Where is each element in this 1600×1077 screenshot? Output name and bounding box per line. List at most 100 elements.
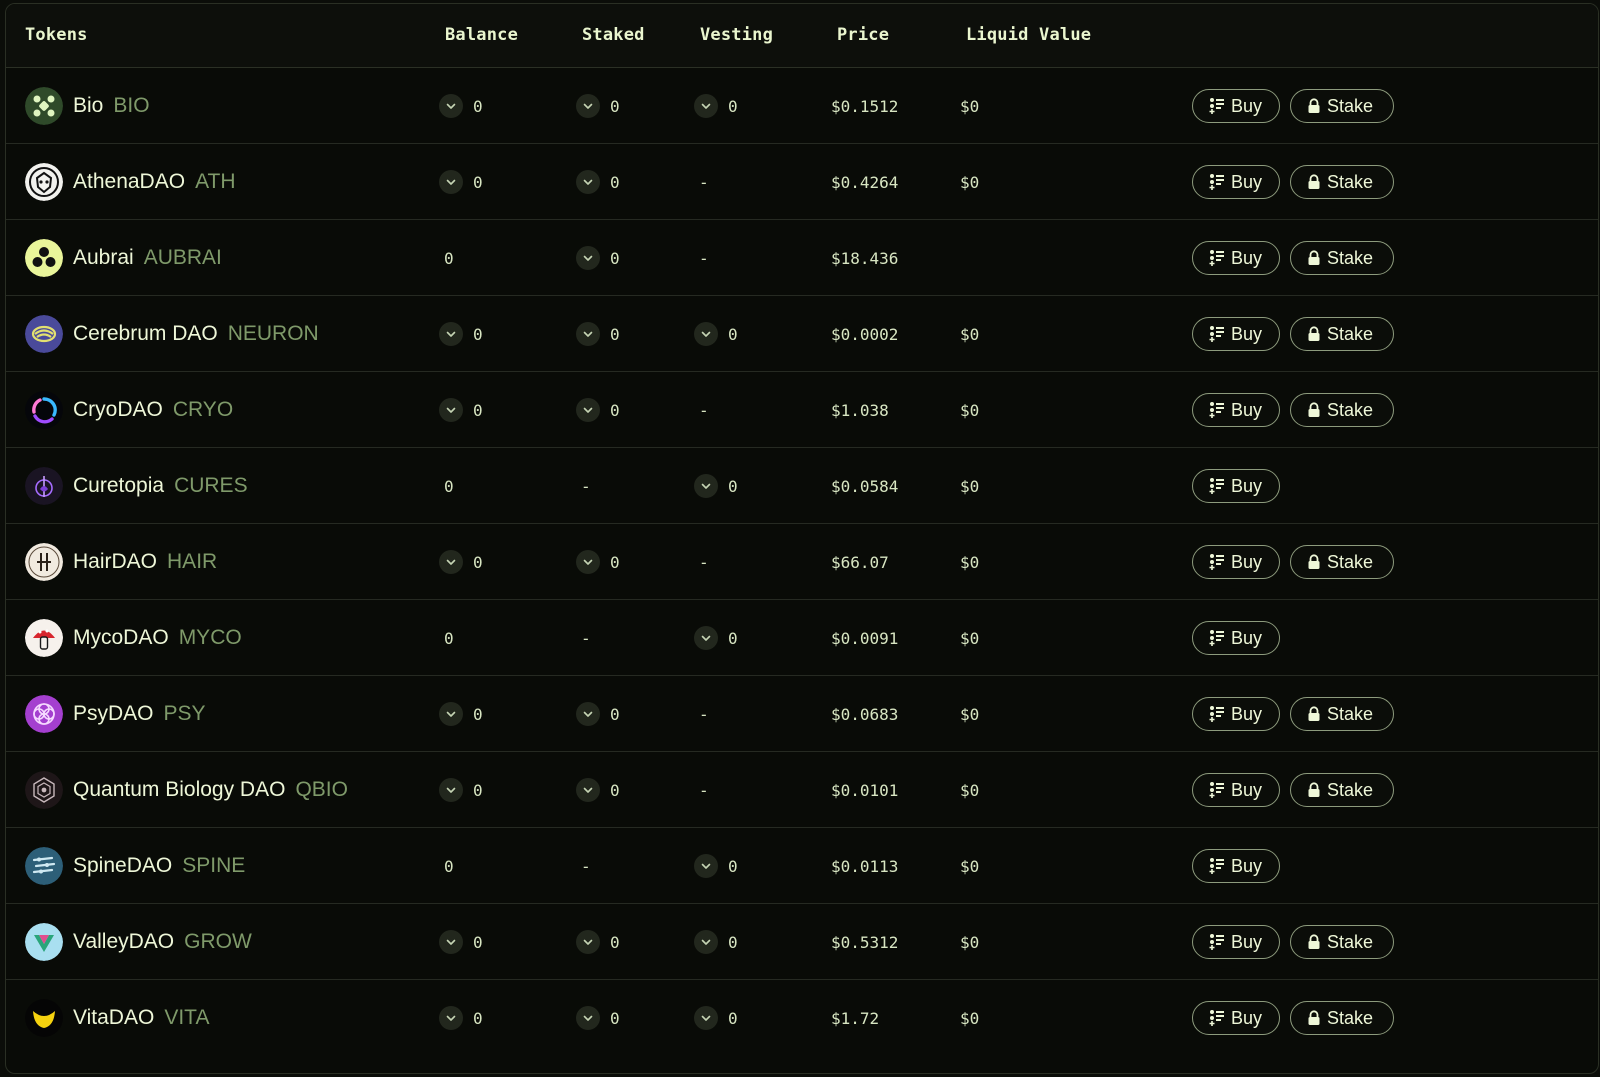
chevron-down-icon[interactable] xyxy=(576,398,600,422)
vesting-cell: 0 xyxy=(694,828,738,904)
chevron-down-icon[interactable] xyxy=(576,322,600,346)
balance-cell: 0 xyxy=(439,752,483,828)
staked-value: 0 xyxy=(610,248,620,268)
buy-button[interactable]: Buy xyxy=(1192,773,1280,807)
buy-button[interactable]: Buy xyxy=(1192,89,1280,123)
chevron-down-icon[interactable] xyxy=(439,930,463,954)
token-symbol: QBIO xyxy=(295,778,348,801)
lock-icon xyxy=(1307,554,1321,570)
staked-cell: - xyxy=(581,600,591,676)
price-cell: $0.1512 xyxy=(831,68,898,144)
vita-logo-icon xyxy=(25,999,63,1037)
buy-button[interactable]: Buy xyxy=(1192,317,1280,351)
staked-cell: 0 xyxy=(576,676,620,752)
chevron-down-icon[interactable] xyxy=(694,474,718,498)
chevron-down-icon[interactable] xyxy=(576,246,600,270)
token-name: CryoDAO xyxy=(73,398,163,421)
chevron-down-icon[interactable] xyxy=(439,398,463,422)
curetopia-logo-icon xyxy=(25,467,63,505)
vesting-value: - xyxy=(699,780,709,800)
token-cell: AthenaDAO ATH xyxy=(25,144,236,220)
vesting-cell: - xyxy=(699,752,709,828)
chevron-down-icon[interactable] xyxy=(439,1006,463,1030)
staked-value: 0 xyxy=(610,552,620,572)
token-symbol: PSY xyxy=(163,702,206,725)
vesting-value: 0 xyxy=(728,476,738,496)
lock-icon xyxy=(1307,782,1321,798)
chevron-down-icon[interactable] xyxy=(694,854,718,878)
buy-button[interactable]: Buy xyxy=(1192,925,1280,959)
myco-logo-icon xyxy=(25,619,63,657)
token-cell: Bio BIO xyxy=(25,68,150,144)
token-symbol: SPINE xyxy=(182,854,246,877)
buy-button[interactable]: Buy xyxy=(1192,1001,1280,1035)
chevron-down-icon[interactable] xyxy=(576,778,600,802)
staked-cell: 0 xyxy=(576,980,620,1056)
buy-button[interactable]: Buy xyxy=(1192,621,1280,655)
chevron-down-icon[interactable] xyxy=(439,94,463,118)
lock-icon xyxy=(1307,174,1321,190)
staked-cell: 0 xyxy=(576,372,620,448)
buy-button[interactable]: Buy xyxy=(1192,545,1280,579)
token-name: Aubrai xyxy=(73,246,134,269)
buy-icon xyxy=(1209,173,1225,191)
chevron-down-icon[interactable] xyxy=(576,94,600,118)
liquid-value: $0 xyxy=(960,856,980,876)
buy-button[interactable]: Buy xyxy=(1192,241,1280,275)
stake-button[interactable]: Stake xyxy=(1290,89,1394,123)
stake-button[interactable]: Stake xyxy=(1290,697,1394,731)
stake-label: Stake xyxy=(1327,399,1374,420)
vesting-cell: 0 xyxy=(694,600,738,676)
stake-button[interactable]: Stake xyxy=(1290,241,1394,275)
chevron-down-icon[interactable] xyxy=(694,94,718,118)
balance-value: 0 xyxy=(473,96,483,116)
buy-button[interactable]: Buy xyxy=(1192,469,1280,503)
chevron-down-icon[interactable] xyxy=(439,702,463,726)
balance-value: 0 xyxy=(444,476,454,496)
chevron-down-icon[interactable] xyxy=(576,702,600,726)
chevron-down-icon[interactable] xyxy=(439,170,463,194)
buy-button[interactable]: Buy xyxy=(1192,697,1280,731)
chevron-down-icon[interactable] xyxy=(576,550,600,574)
vesting-cell: - xyxy=(699,676,709,752)
buy-button[interactable]: Buy xyxy=(1192,165,1280,199)
buy-label: Buy xyxy=(1231,855,1263,876)
buy-button[interactable]: Buy xyxy=(1192,849,1280,883)
stake-button[interactable]: Stake xyxy=(1290,773,1394,807)
buy-icon xyxy=(1209,401,1225,419)
chevron-down-icon[interactable] xyxy=(576,930,600,954)
price-cell: $0.0101 xyxy=(831,752,898,828)
vesting-cell: - xyxy=(699,524,709,600)
chevron-down-icon[interactable] xyxy=(439,550,463,574)
price-cell: $1.038 xyxy=(831,372,889,448)
stake-button[interactable]: Stake xyxy=(1290,165,1394,199)
chevron-down-icon[interactable] xyxy=(694,930,718,954)
buy-button[interactable]: Buy xyxy=(1192,393,1280,427)
chevron-down-icon[interactable] xyxy=(576,1006,600,1030)
actions-cell: Buy Stake xyxy=(1192,980,1394,1056)
chevron-down-icon[interactable] xyxy=(576,170,600,194)
balance-cell: 0 xyxy=(444,828,454,904)
chevron-down-icon[interactable] xyxy=(694,322,718,346)
buy-label: Buy xyxy=(1231,171,1263,192)
stake-button[interactable]: Stake xyxy=(1290,393,1394,427)
psy-logo-icon xyxy=(25,695,63,733)
staked-cell: 0 xyxy=(576,296,620,372)
balance-value: 0 xyxy=(473,1008,483,1028)
chevron-down-icon[interactable] xyxy=(439,322,463,346)
liquid-value: $0 xyxy=(960,552,980,572)
chevron-down-icon[interactable] xyxy=(694,626,718,650)
stake-button[interactable]: Stake xyxy=(1290,545,1394,579)
token-cell: VitaDAO VITA xyxy=(25,980,209,1056)
stake-button[interactable]: Stake xyxy=(1290,1001,1394,1035)
chevron-down-icon[interactable] xyxy=(439,778,463,802)
token-cell: PsyDAO PSY xyxy=(25,676,206,752)
stake-button[interactable]: Stake xyxy=(1290,925,1394,959)
athena-logo-icon xyxy=(25,163,63,201)
table-row: VitaDAO VITA 0 0 0 $1.72 $0 Buy Stake xyxy=(6,980,1598,1056)
staked-cell: 0 xyxy=(576,752,620,828)
stake-button[interactable]: Stake xyxy=(1290,317,1394,351)
chevron-down-icon[interactable] xyxy=(694,1006,718,1030)
buy-icon xyxy=(1209,553,1225,571)
stake-label: Stake xyxy=(1327,931,1374,952)
